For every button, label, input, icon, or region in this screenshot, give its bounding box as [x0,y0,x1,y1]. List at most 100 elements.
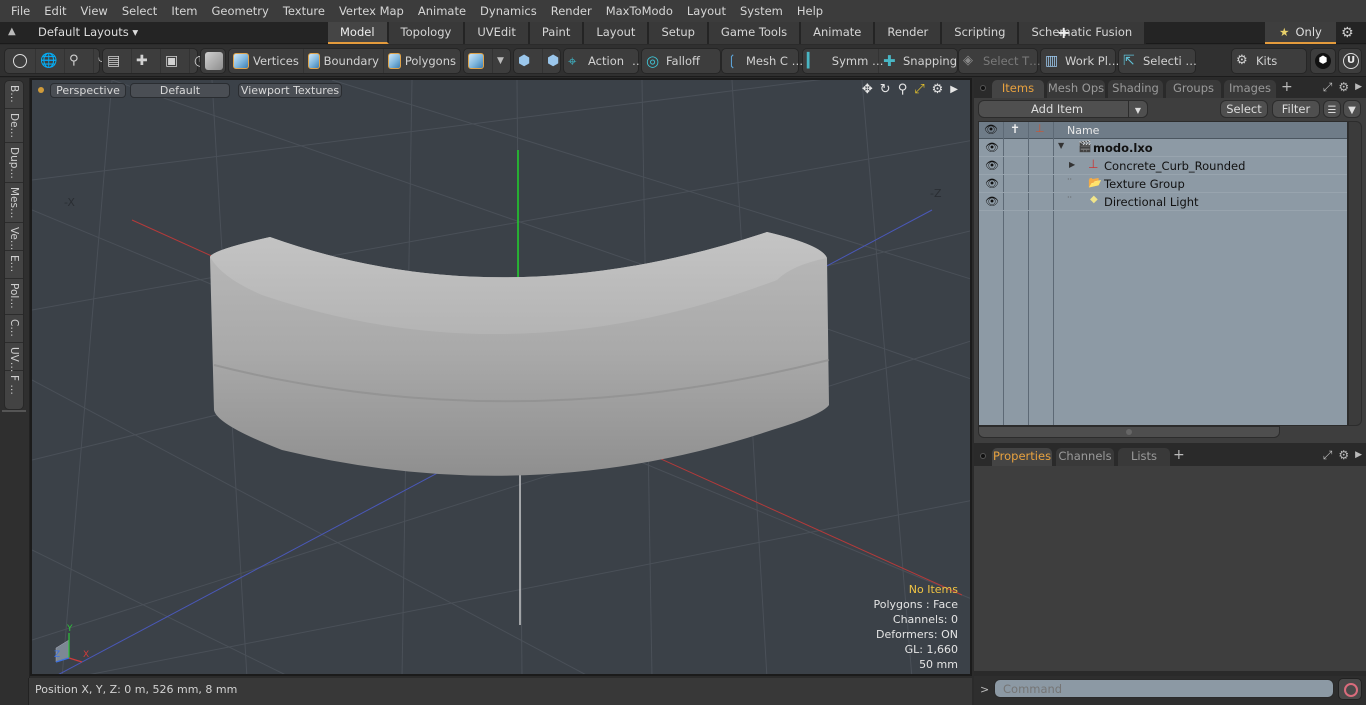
mesh-constraints-button[interactable]: ❲ Mesh C … [722,49,807,73]
vtab-edge[interactable]: E… [5,251,23,279]
menu-select[interactable]: Select [115,0,164,22]
menu-texture[interactable]: Texture [276,0,332,22]
panel-menu-arrow-icon[interactable]: ▶ [1355,448,1362,463]
filter-button[interactable]: Filter [1272,100,1320,118]
panel-gear-icon[interactable]: ⚙ [1338,448,1349,463]
add-item-button[interactable]: Add Item [978,100,1148,118]
3d-viewport[interactable]: -X -Z Y X Z Perspective Default Viewport… [30,78,972,676]
selection-sets-button[interactable]: ⇱ Selecti … [1119,49,1201,73]
expand-down-arrow-icon[interactable]: ▼ [1058,141,1064,150]
rotate-icon[interactable]: ↻ [880,82,891,98]
select-globe-button[interactable]: 🌐 [36,49,65,73]
tree-row-texture-group[interactable]: 👁 ·· 📂 Texture Group [979,175,1347,193]
tab-schematic-fusion[interactable]: Schematic Fusion [1019,22,1147,44]
filter-funnel-button[interactable]: ▼ [1343,100,1361,118]
visibility-eye-icon[interactable]: 👁 [985,195,999,208]
pan-move-icon[interactable]: ✥ [862,82,873,98]
panel-options-dot[interactable] [980,85,986,91]
shading-mode-button[interactable]: Default [130,83,230,98]
tab-images[interactable]: Images [1224,80,1276,98]
tab-lists[interactable]: Lists [1118,448,1170,466]
visibility-eye-icon[interactable]: 👁 [985,177,999,190]
vtab-mesh-edit[interactable]: Mes… [5,183,23,223]
visibility-eye-icon[interactable]: 👁 [985,159,999,172]
vtab-duplicate[interactable]: Dup… [5,143,23,183]
menu-render[interactable]: Render [544,0,599,22]
select-lasso-button[interactable]: ⚲ [65,49,94,73]
menu-layout[interactable]: Layout [680,0,733,22]
vtab-vertex[interactable]: Ve… [5,223,23,251]
viewport-options-dot[interactable] [38,87,44,93]
boundary-mode-button[interactable]: Boundary [304,49,384,73]
vtab-deform[interactable]: De… [5,109,23,143]
menu-animate[interactable]: Animate [411,0,473,22]
maximize-icon[interactable]: ⤢ [914,82,924,98]
view-mode-button[interactable]: Perspective [50,83,126,98]
type-column-axes-icon[interactable]: ⊥ [1035,122,1045,135]
select-through-button[interactable]: ◈ Select T… [959,49,1045,73]
expand-panel-icon[interactable]: ⤢ [1323,448,1333,463]
select-circle-button[interactable] [5,49,36,73]
tab-paint[interactable]: Paint [529,22,585,44]
menu-geometry[interactable]: Geometry [205,0,276,22]
list-options-button[interactable]: ☰ [1323,100,1341,118]
menu-vertex-map[interactable]: Vertex Map [332,0,411,22]
tab-setup[interactable]: Setup [649,22,709,44]
falloff-button[interactable]: ◎ Falloff [642,49,704,73]
vtab-fusion[interactable]: F … [5,371,23,399]
tree-vertical-scrollbar[interactable] [1348,121,1362,426]
zoom-magnifier-icon[interactable]: ⚲ [898,82,908,98]
select-button[interactable]: Select [1220,100,1268,118]
symmetry-button[interactable]: ▎ Symm … [803,49,883,73]
menu-maxtomodo[interactable]: MaxToModo [599,0,680,22]
command-input[interactable] [994,679,1334,698]
menu-help[interactable]: Help [790,0,830,22]
tab-game-tools[interactable]: Game Tools [708,22,802,44]
select-loop-button[interactable]: ▤ [103,49,132,73]
select-grow-button[interactable]: ▣ [161,49,190,73]
tab-render[interactable]: Render [875,22,943,44]
name-column-header[interactable]: Name [1067,124,1099,137]
unreal-kit-button[interactable]: U [1339,49,1366,73]
tab-shading[interactable]: Shading [1108,80,1163,98]
vtab-basic[interactable]: B… [5,81,23,109]
viewport-textures-button[interactable]: Viewport Textures [238,83,342,98]
vtab-curve[interactable]: C… [5,315,23,343]
tab-properties[interactable]: Properties [992,448,1052,466]
tab-items[interactable]: Items [992,80,1044,98]
tab-groups[interactable]: Groups [1166,80,1221,98]
kits-button[interactable]: ⚙ Kits [1232,49,1281,73]
vertices-mode-button[interactable]: Vertices [229,49,304,73]
expand-panel-icon[interactable]: ⤢ [1323,80,1333,95]
action-center-button[interactable]: ⌖ Action… [564,49,648,73]
select-connected-button[interactable]: ✚ [132,49,161,73]
only-toggle-button[interactable]: ★ Only [1265,22,1336,44]
tree-row-mesh[interactable]: 👁 ▶ ⊥ Concrete_Curb_Rounded [979,157,1347,175]
add-item-dropdown[interactable]: ▼ [1128,100,1148,118]
menu-item[interactable]: Item [164,0,204,22]
viewport-gear-icon[interactable]: ⚙ [932,82,944,98]
tab-scripting[interactable]: Scripting [942,22,1020,44]
tab-layout[interactable]: Layout [584,22,650,44]
add-tab-plus-icon[interactable]: + [1173,447,1185,463]
panel-options-dot[interactable] [980,453,986,459]
visibility-column-eye-icon[interactable]: 👁 [984,123,998,136]
work-plane-button[interactable]: ▥ Work Pl… [1041,49,1123,73]
menu-file[interactable]: File [4,0,37,22]
menu-edit[interactable]: Edit [37,0,73,22]
panel-menu-arrow-icon[interactable]: ▶ [1355,80,1362,95]
gear-icon[interactable]: ⚙ [1341,25,1354,41]
scroll-handle[interactable] [1126,429,1132,435]
layout-selector[interactable]: Default Layouts ▾ [38,25,138,39]
expand-right-arrow-icon[interactable]: ▶ [1069,160,1075,169]
tab-uvedit[interactable]: UVEdit [465,22,530,44]
menu-system[interactable]: System [733,0,790,22]
vtab-uv[interactable]: UV… [5,343,23,372]
tab-mesh-ops[interactable]: Mesh Ops [1047,80,1105,98]
vtab-polygon[interactable]: Pol… [5,279,23,315]
modo-kit-button[interactable]: ⬢ [1311,49,1339,73]
item-mode-button[interactable] [201,49,231,73]
visibility-eye-icon[interactable]: 👁 [985,141,999,154]
viewport-menu-arrow-icon[interactable]: ▶ [950,82,958,98]
menu-view[interactable]: View [74,0,115,22]
